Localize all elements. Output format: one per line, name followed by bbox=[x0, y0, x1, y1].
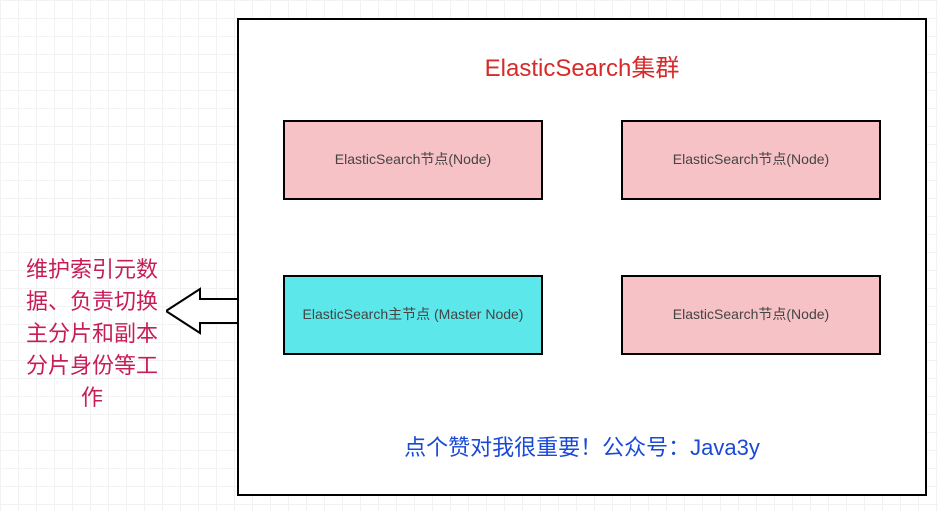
es-node: ElasticSearch节点(Node) bbox=[283, 120, 543, 200]
es-node: ElasticSearch节点(Node) bbox=[621, 120, 881, 200]
es-node: ElasticSearch节点(Node) bbox=[621, 275, 881, 355]
node-row: ElasticSearch主节点 (Master Node) ElasticSe… bbox=[283, 275, 881, 355]
cluster-container: ElasticSearch集群 ElasticSearch节点(Node) El… bbox=[237, 18, 927, 496]
node-row: ElasticSearch节点(Node) ElasticSearch节点(No… bbox=[283, 120, 881, 200]
footer-text: 点个赞对我很重要！公众号：Java3y bbox=[239, 430, 925, 462]
cluster-title: ElasticSearch集群 bbox=[239, 48, 925, 83]
master-node-annotation: 维护索引元数据、负责切换主分片和副本分片身份等工作 bbox=[18, 254, 166, 413]
nodes-grid: ElasticSearch节点(Node) ElasticSearch节点(No… bbox=[239, 120, 925, 355]
es-master-node: ElasticSearch主节点 (Master Node) bbox=[283, 275, 543, 355]
